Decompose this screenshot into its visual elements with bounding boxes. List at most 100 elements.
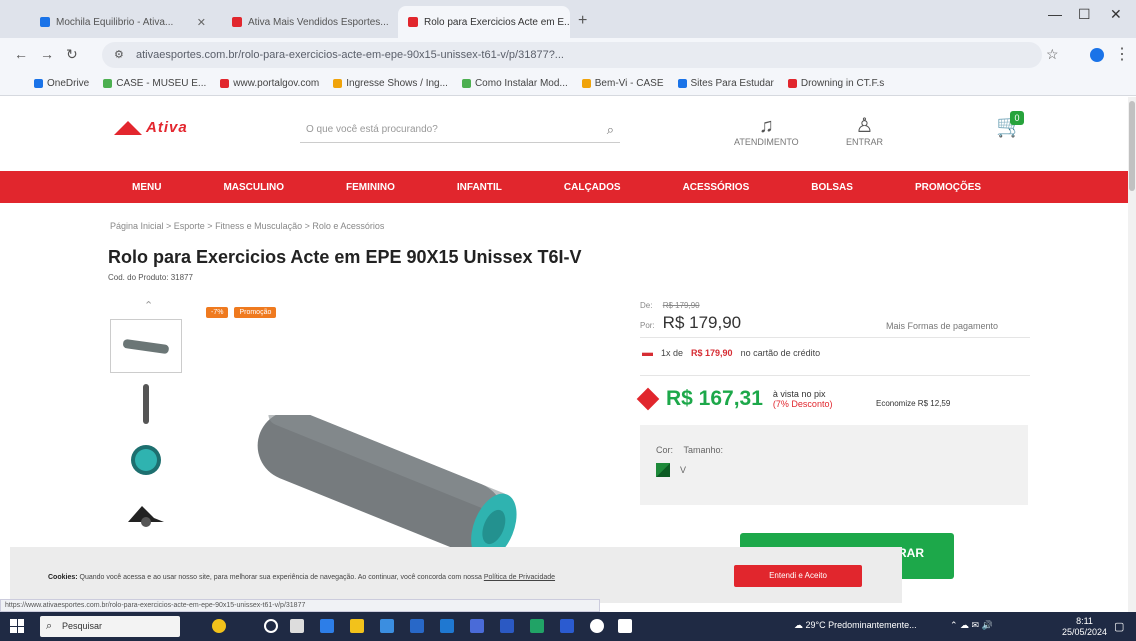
notifications-icon[interactable]: ▢	[1114, 620, 1124, 633]
bookmark-item[interactable]: www.portalgov.com	[220, 78, 319, 89]
windows-start-icon[interactable]	[10, 619, 24, 633]
headset-icon: ♫	[758, 115, 774, 137]
accept-cookies-button[interactable]: Entendi e Aceito	[734, 565, 862, 587]
scrollbar-thumb[interactable]	[1129, 101, 1135, 191]
login-label: ENTRAR	[846, 137, 884, 147]
breadcrumb[interactable]: Página Inicial > Esporte > Fitness e Mus…	[110, 221, 384, 231]
chevron-up-icon[interactable]: ⌃	[144, 299, 153, 312]
tab-favicon-icon	[408, 17, 418, 27]
file-explorer-icon[interactable]	[350, 619, 364, 633]
bookmark-label: www.portalgov.com	[233, 78, 320, 89]
discount-tag: -7%	[206, 307, 229, 318]
edge-icon[interactable]	[320, 619, 334, 633]
back-icon[interactable]: ←	[14, 46, 28, 62]
taskbar-search-label: Pesquisar	[62, 621, 103, 631]
mail-icon[interactable]	[410, 619, 424, 633]
nav-item-calcados[interactable]: CALÇADOS	[564, 182, 621, 193]
new-tab-icon[interactable]: +	[578, 12, 587, 30]
product-tags: -7% Promoção	[206, 307, 277, 318]
nav-item-feminino[interactable]: FEMININO	[346, 182, 395, 193]
bookmark-label: Bem-Vi - CASE	[594, 78, 664, 89]
close-window-icon[interactable]: ✕	[1110, 6, 1122, 23]
close-icon[interactable]: ✕	[197, 16, 206, 29]
system-tray-icons[interactable]: ⌃ ☁ ✉ 🔊	[950, 620, 993, 631]
installment-row: ▬ 1x de R$ 179,90 no cartão de crédito	[642, 347, 820, 359]
site-logo[interactable]: Ativa	[114, 119, 188, 136]
photos-icon[interactable]	[618, 619, 632, 633]
weather-text: 29°C Predominantemente...	[805, 620, 917, 630]
bookmark-item[interactable]: Como Instalar Mod...	[461, 78, 568, 89]
widgets-icon[interactable]	[290, 619, 304, 633]
browser-tab-2[interactable]: Ativa Mais Vendidos Esportes... ✕	[222, 6, 392, 38]
bookmark-item[interactable]: Bem-Vi - CASE	[581, 78, 664, 89]
profile-avatar[interactable]	[1090, 48, 1104, 62]
bookmark-label: CASE - MUSEU E...	[116, 78, 207, 89]
browser-tab-1[interactable]: Mochila Equilibrio - Ativa... ✕	[30, 6, 216, 38]
thumbnail-1[interactable]	[110, 319, 182, 373]
logo-mark-icon	[114, 120, 142, 135]
chrome-icon[interactable]	[590, 619, 604, 633]
login-link[interactable]: ♙ ENTRAR	[846, 115, 883, 147]
weather-status[interactable]: ☁ 29°C Predominantemente...	[794, 620, 917, 631]
maximize-icon[interactable]: ☐	[1078, 6, 1091, 23]
user-icon: ♙	[855, 115, 874, 137]
size-option[interactable]: V	[680, 465, 686, 475]
excel-icon[interactable]	[530, 619, 544, 633]
pix-price-row: R$ 167,31 à vista no pix (7% Desconto)	[636, 387, 832, 411]
nav-item-masculino[interactable]: MASCULINO	[223, 182, 284, 193]
site-search-input[interactable]: O que você está procurando? ⌕	[300, 117, 620, 143]
site-info-icon[interactable]: ⚙	[114, 42, 124, 68]
privacy-policy-link[interactable]: Política de Privacidade	[484, 574, 555, 581]
old-price-row: De: R$ 179,90	[640, 301, 700, 310]
cookie-message: Quando você acessa e ao usar nosso site,…	[79, 574, 482, 581]
color-swatch[interactable]	[656, 463, 670, 477]
product-image[interactable]	[240, 415, 540, 555]
price-row: Por: R$ 179,90	[640, 313, 741, 333]
thumbnail-4[interactable]	[110, 489, 182, 537]
bookmark-star-icon[interactable]: ☆	[1046, 46, 1059, 63]
pix-icon	[636, 387, 660, 411]
tab-title: Ativa Mais Vendidos Esportes...	[248, 16, 389, 28]
cart-button[interactable]: 🛒 0	[996, 111, 1024, 139]
search-icon[interactable]: ⌕	[607, 117, 614, 143]
taskbar-search[interactable]: ⌕ Pesquisar	[40, 616, 180, 637]
nav-item-acessorios[interactable]: ACESSÓRIOS	[683, 182, 750, 193]
calendar-icon[interactable]	[440, 619, 454, 633]
bookmark-item[interactable]: OneDrive	[34, 78, 89, 89]
teams-icon[interactable]	[470, 619, 484, 633]
browser-menu-icon[interactable]: ⋮	[1114, 44, 1130, 64]
bookmark-icon	[787, 79, 797, 88]
browser-tab-3[interactable]: Rolo para Exercicios Acte em E... ✕	[398, 6, 570, 38]
nav-item-promocoes[interactable]: PROMOÇÕES	[915, 182, 981, 193]
url-input[interactable]: ⚙ ativaesportes.com.br/rolo-para-exercic…	[102, 42, 1042, 68]
main-navigation: MENU MASCULINO FEMININO INFANTIL CALÇADO…	[0, 171, 1128, 203]
forward-icon[interactable]: →	[40, 46, 54, 62]
page-scrollbar[interactable]	[1128, 97, 1136, 612]
bookmark-icon	[333, 79, 343, 88]
system-clock[interactable]: 8:11 25/05/2024	[1062, 616, 1107, 638]
size-label: Tamanho:	[683, 445, 724, 455]
app-icon[interactable]	[560, 619, 574, 633]
task-view-icon[interactable]	[264, 619, 278, 633]
support-label: ATENDIMENTO	[734, 137, 799, 147]
nav-item-infantil[interactable]: INFANTIL	[457, 182, 502, 193]
bookmark-item[interactable]: Drowning in CT.F.s	[787, 78, 884, 89]
old-price-label: De:	[640, 301, 653, 310]
weather-widget-icon[interactable]	[212, 619, 226, 633]
bookmark-item[interactable]: CASE - MUSEU E...	[103, 78, 206, 89]
word-icon[interactable]	[500, 619, 514, 633]
bookmark-item[interactable]: Ingresse Shows / Ing...	[333, 78, 448, 89]
minimize-icon[interactable]: —	[1048, 6, 1062, 22]
payment-options-link[interactable]: Mais Formas de pagamento	[886, 321, 998, 331]
bookmark-item[interactable]: Sites Para Estudar	[677, 78, 774, 89]
thumbnail-3[interactable]	[110, 433, 182, 487]
bookmark-icon	[220, 79, 230, 88]
bookmark-icon	[34, 79, 43, 88]
thumbnail-2[interactable]	[110, 377, 182, 431]
support-link[interactable]: ♫ ATENDIMENTO	[734, 115, 799, 147]
store-icon[interactable]	[380, 619, 394, 633]
nav-item-bolsas[interactable]: BOLSAS	[811, 182, 853, 193]
divider	[640, 337, 1030, 338]
nav-item-menu[interactable]: MENU	[132, 182, 161, 193]
reload-icon[interactable]: ↻	[66, 46, 78, 63]
